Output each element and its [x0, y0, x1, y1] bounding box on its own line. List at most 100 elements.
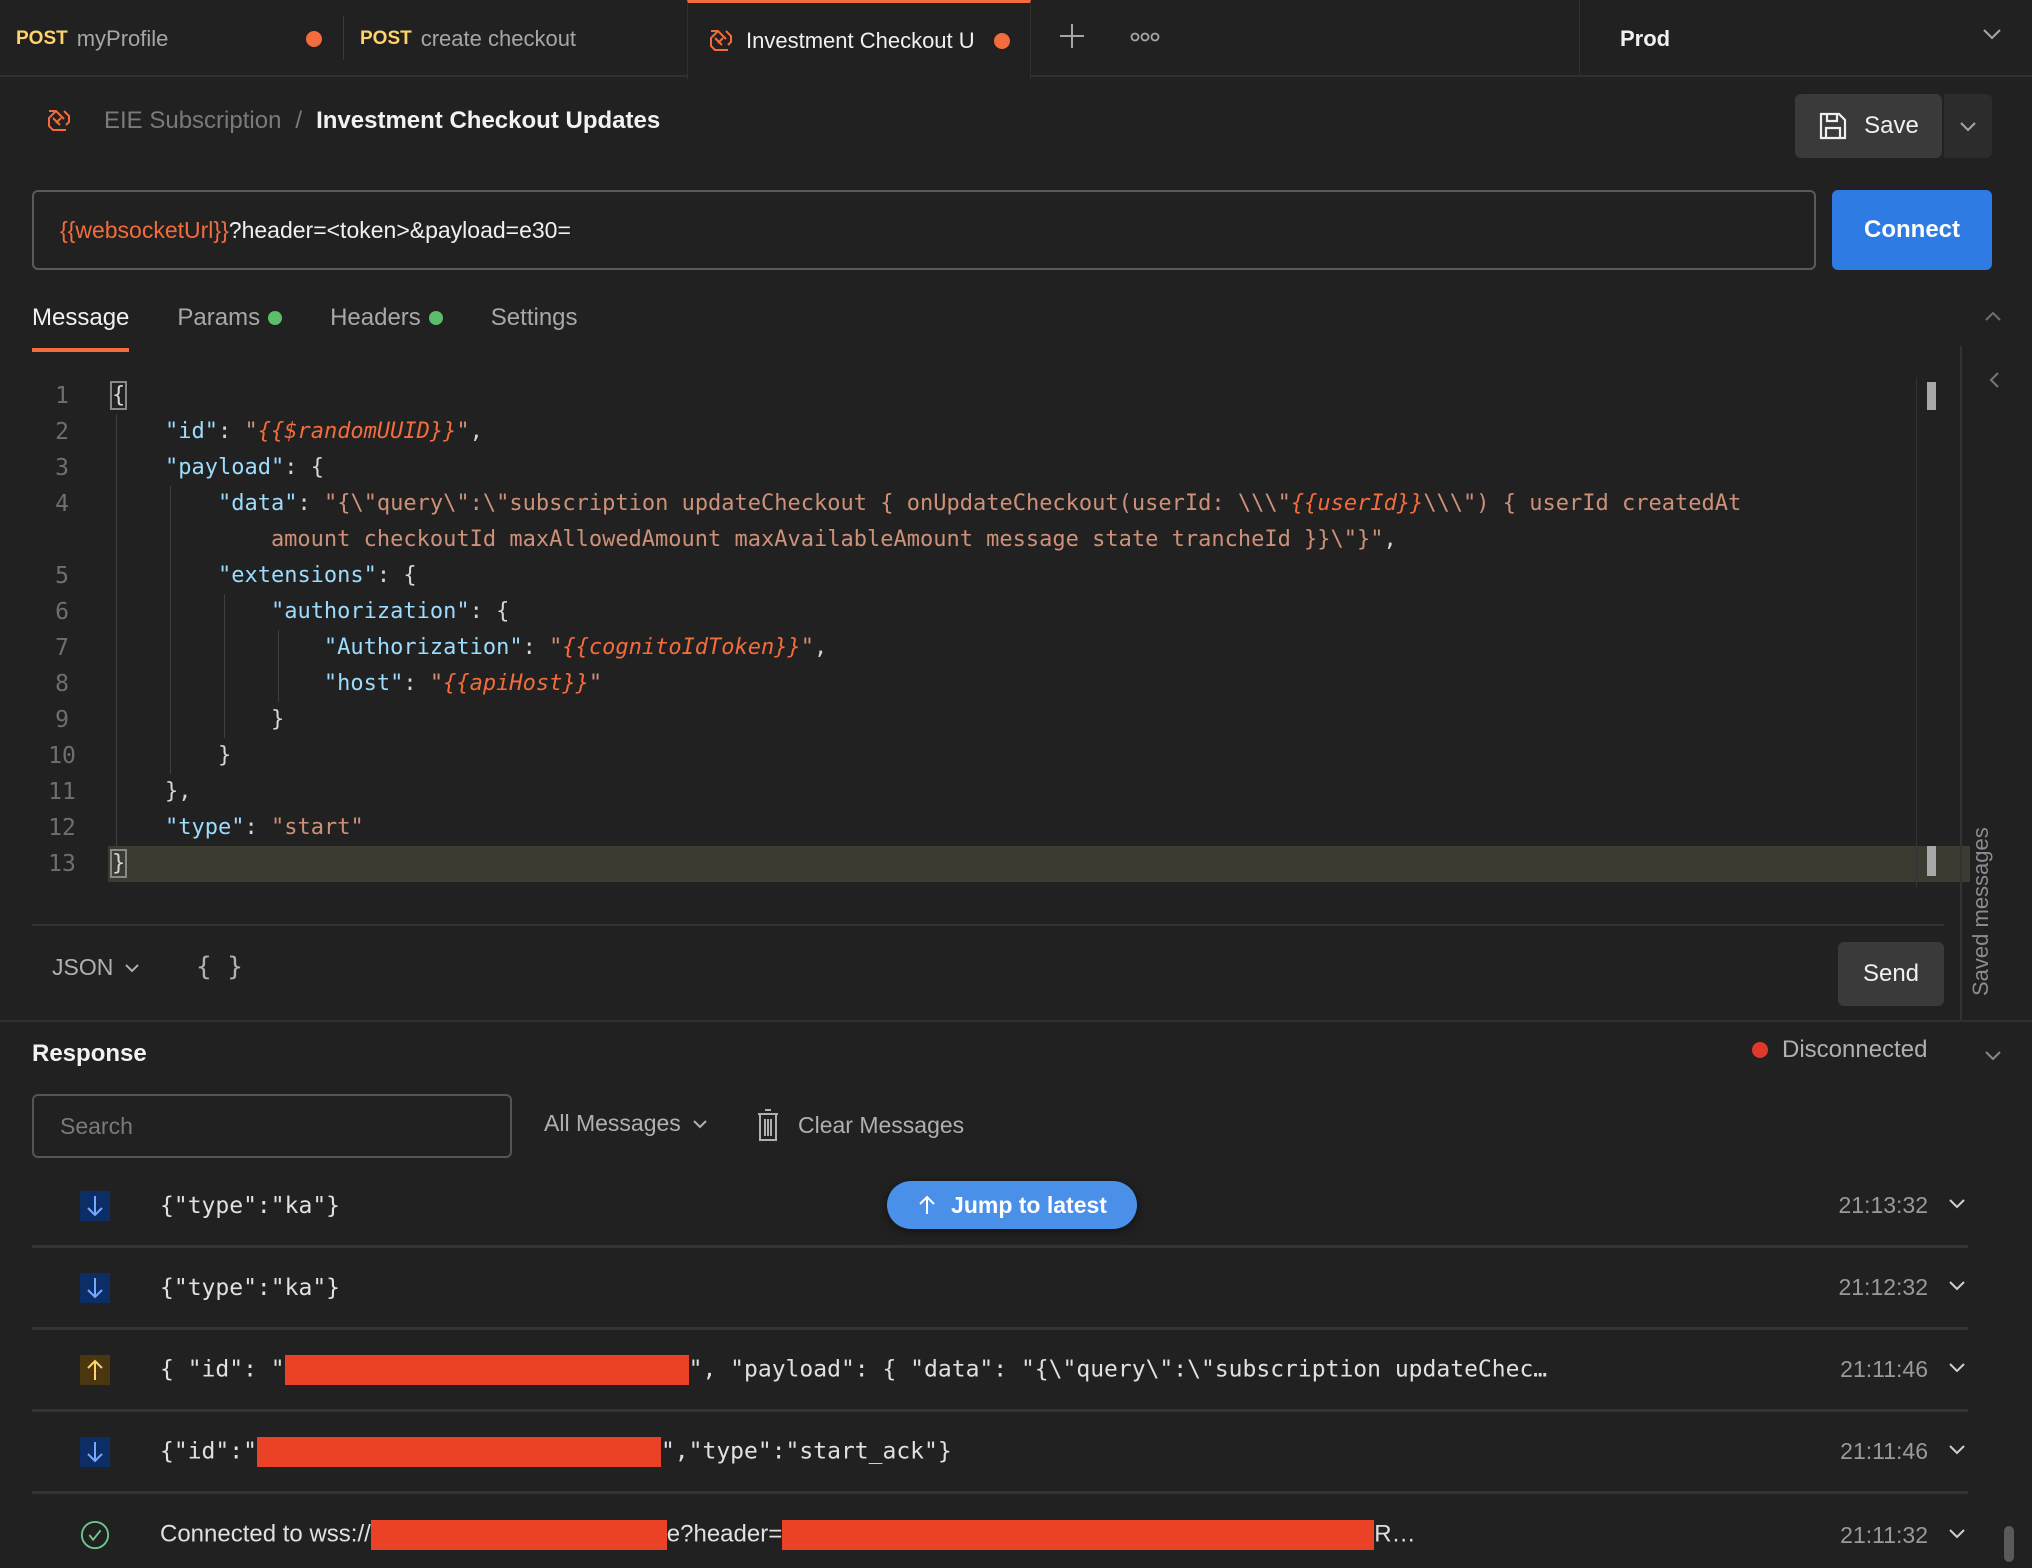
tab-message[interactable]: Message — [32, 300, 130, 352]
tab-create-checkout[interactable]: POST create checkout — [360, 0, 680, 77]
chevron-down-icon[interactable] — [1946, 1192, 1968, 1219]
json-punct — [112, 419, 165, 444]
jump-to-latest-button[interactable]: Jump to latest — [887, 1181, 1137, 1229]
variable-token: {{apiHost}} — [443, 671, 589, 696]
message-editor[interactable]: 1 2 3 4 5 6 7 8 9 10 11 12 13 { "id": "{{$randomUUID… — [32, 378, 1970, 888]
request-tabs: Message Params Headers Settings — [32, 300, 626, 352]
line-number-gutter: 1 2 3 4 5 6 7 8 9 10 11 12 13 — [32, 378, 92, 882]
message-row[interactable]: { "id": " ", "payload": { "data": "{\"que… — [32, 1330, 1968, 1412]
clear-messages-button[interactable]: Clear Messages — [756, 1108, 964, 1142]
message-text-part: {"id":" — [160, 1438, 257, 1464]
beautify-icon[interactable]: { } — [196, 952, 243, 982]
arrow-up-icon — [917, 1194, 937, 1216]
check-circle-icon — [80, 1520, 110, 1550]
tab-label: Headers — [330, 304, 421, 331]
environment-selector[interactable]: Prod — [1579, 0, 2032, 77]
chevron-down-icon[interactable] — [1946, 1438, 1968, 1465]
json-punct — [112, 599, 271, 624]
response-scrollbar[interactable] — [2004, 1526, 2014, 1562]
breadcrumb-parent[interactable]: EIE Subscription — [104, 107, 281, 135]
json-punct — [112, 491, 218, 516]
code-line: { — [109, 378, 1912, 414]
line-number: 2 — [55, 419, 69, 445]
json-punct — [112, 815, 165, 840]
line-number: 7 — [55, 635, 69, 661]
message-text: {"id":" ","type":"start_ack"} — [160, 1436, 952, 1467]
json-punct: }, — [112, 779, 192, 804]
scrollbar-marker — [1927, 846, 1936, 876]
saved-messages-label[interactable]: Saved messages — [1968, 827, 1994, 996]
chevron-up-icon[interactable] — [1982, 306, 2004, 333]
chevron-down-icon[interactable] — [1946, 1356, 1968, 1383]
tab-investment-checkout[interactable]: Investment Checkout U — [687, 0, 1031, 79]
chevron-down-icon — [691, 1115, 709, 1133]
divider — [0, 1020, 2032, 1022]
json-punct — [112, 671, 324, 696]
editor-scrollbar[interactable] — [1916, 378, 1944, 888]
redacted-block — [256, 1436, 661, 1467]
code-area[interactable]: { "id": "{{$randomUUID}}", "payload": { … — [108, 378, 1970, 882]
message-text-part: { "id": " — [160, 1356, 285, 1382]
code-line: "host": "{{apiHost}}" — [112, 666, 1912, 702]
json-punct: : — [522, 635, 550, 660]
code-line: "extensions": { — [112, 558, 1912, 594]
code-line: "payload": { — [112, 450, 1912, 486]
tab-label: Investment Checkout U — [746, 28, 975, 53]
message-text: { "id": " ", "payload": { "data": "{\"que… — [160, 1354, 1548, 1385]
json-string: " — [588, 671, 603, 696]
tab-label: myProfile — [76, 25, 169, 51]
save-button[interactable]: Save — [1795, 94, 1942, 158]
breadcrumb: EIE Subscription / Investment Checkout U… — [44, 106, 660, 136]
connect-button[interactable]: Connect — [1832, 190, 1992, 270]
tab-myprofile[interactable]: POST myProfile — [16, 0, 336, 77]
message-time: 21:11:46 — [1840, 1356, 1928, 1382]
message-row[interactable]: Connected to wss:// e?header= R… 21:11:32 — [32, 1494, 1968, 1568]
message-text-part: ", "payload": { "data": "{\"query\":\"su… — [688, 1356, 1548, 1382]
chevron-left-icon[interactable] — [1986, 370, 2002, 395]
arrow-down-icon — [80, 1436, 110, 1467]
filter-label: All Messages — [544, 1110, 681, 1136]
message-row[interactable]: {"id":" ","type":"start_ack"} 21:11:46 — [32, 1412, 1968, 1494]
message-row[interactable]: {"type":"ka"} 21:12:32 — [32, 1248, 1968, 1330]
code-line: } — [112, 738, 1912, 774]
json-key: "payload" — [164, 455, 285, 480]
status-dot — [1752, 1042, 1768, 1058]
message-text-part: {"type":"ka"} — [160, 1274, 341, 1301]
chevron-down-icon[interactable] — [1946, 1274, 1968, 1301]
tab-settings[interactable]: Settings — [491, 300, 578, 336]
url-variable: {{websocketUrl}} — [60, 216, 229, 243]
format-dropdown[interactable]: JSON — [52, 954, 141, 981]
response-title: Response — [32, 1040, 147, 1067]
save-options-button[interactable] — [1944, 94, 1992, 158]
message-text: {"type":"ka"} — [160, 1275, 340, 1301]
message-time: 21:11:46 — [1840, 1438, 1928, 1464]
code-line: "authorization": { — [112, 594, 1912, 630]
json-string: " — [244, 419, 258, 444]
plus-icon[interactable] — [1058, 22, 1086, 55]
json-punct: { — [109, 381, 128, 410]
line-number: 5 — [55, 563, 69, 589]
variable-token: {{cognitoIdToken}} — [562, 635, 801, 660]
json-key: "host" — [323, 671, 404, 696]
message-text-part: e?header= — [666, 1520, 783, 1548]
json-punct: , — [469, 419, 483, 444]
message-time: 21:13:32 — [1838, 1192, 1928, 1218]
breadcrumb-current[interactable]: Investment Checkout Updates — [316, 107, 660, 135]
json-key: "authorization" — [270, 599, 470, 624]
chevron-down-icon[interactable] — [1946, 1522, 1968, 1549]
search-input[interactable] — [32, 1094, 512, 1158]
tab-params[interactable]: Params — [177, 300, 283, 336]
status-label: Disconnected — [1782, 1036, 1928, 1063]
tab-headers[interactable]: Headers — [330, 300, 443, 336]
chevron-down-icon[interactable] — [1982, 1044, 2004, 1071]
json-string: " — [800, 635, 815, 660]
message-filter-dropdown[interactable]: All Messages — [544, 1110, 709, 1137]
ellipsis-icon[interactable] — [1130, 30, 1160, 48]
json-string: " — [549, 635, 563, 660]
url-input[interactable]: {{websocketUrl}} ?header=<token>&payload=… — [32, 190, 1816, 270]
trash-icon — [756, 1108, 780, 1142]
code-line: "Authorization": "{{cognitoIdToken}}", — [112, 630, 1912, 666]
send-button[interactable]: Send — [1838, 942, 1944, 1006]
scrollbar-thumb[interactable] — [1927, 382, 1936, 410]
message-text-part: ","type":"start_ack"} — [660, 1438, 952, 1464]
